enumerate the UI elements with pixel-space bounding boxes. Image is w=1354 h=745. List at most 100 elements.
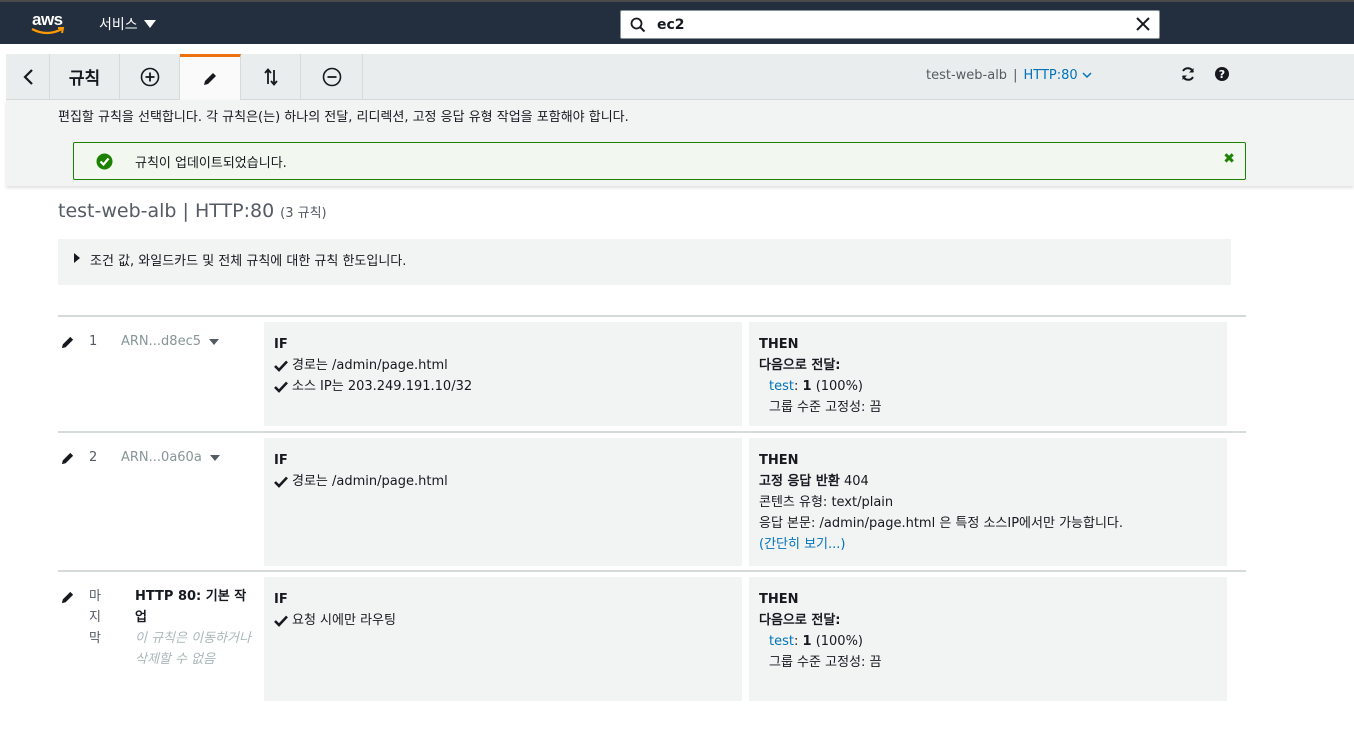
- rules-heading: test-web-alb | HTTP:80 (3 규칙): [58, 200, 327, 222]
- context-separator: |: [1013, 68, 1018, 83]
- fixed-response-line: 고정 응답 반환 404: [759, 471, 1217, 492]
- if-label: IF: [274, 337, 288, 352]
- action-title: 다음으로 전달:: [759, 613, 841, 628]
- caret-right-icon: [74, 253, 80, 263]
- plus-circle-icon: [140, 67, 159, 86]
- priority-char: 막: [89, 631, 101, 646]
- success-flash: 규칙이 업데이트되었습니다. ✖: [73, 142, 1246, 180]
- default-rule-row: 마 지 막 HTTP 80: 기본 작업 이 규칙은 이동하거나 삭제할 수 없…: [58, 570, 1246, 710]
- stickiness-setting: 그룹 수준 고정성: 끔: [769, 655, 882, 670]
- listener-selector[interactable]: HTTP:80: [1023, 68, 1092, 83]
- rule-count: (3 규칙): [280, 206, 327, 221]
- listener-context: test-web-alb | HTTP:80: [926, 68, 1092, 83]
- check-icon: [274, 476, 288, 488]
- aws-logo[interactable]: aws: [30, 10, 66, 38]
- rule-conditions: IF 경로는 /admin/page.html: [264, 438, 742, 566]
- rule-conditions: IF 요청 시에만 라우팅: [264, 577, 742, 701]
- refresh-button[interactable]: [1180, 66, 1196, 86]
- stickiness-setting: 그룹 수준 고정성: 끔: [769, 400, 882, 415]
- svg-text:?: ?: [1219, 68, 1225, 81]
- check-icon: [274, 615, 288, 627]
- rule-limits-label: 조건 값, 와일드카드 및 전체 규칙에 대한 규칙 한도입니다.: [90, 254, 407, 269]
- listener-title: test-web-alb | HTTP:80: [58, 200, 275, 222]
- target-percent: (100%): [815, 379, 863, 394]
- rule-row: 1 ARN...d8ec5 IF 경로는 /admin/page.html 소스…: [58, 315, 1246, 431]
- if-label: IF: [274, 453, 288, 468]
- then-label: THEN: [759, 592, 799, 607]
- rule-limits-expander[interactable]: 조건 값, 와일드카드 및 전체 규칙에 대한 규칙 한도입니다.: [58, 239, 1231, 285]
- caret-down-icon: [209, 338, 219, 345]
- condition-text: 경로는 /admin/page.html: [292, 474, 448, 489]
- condition-item: 경로는 /admin/page.html: [274, 471, 732, 492]
- search-icon: [630, 17, 646, 33]
- services-label: 서비스: [99, 17, 138, 33]
- refresh-icon: [1182, 67, 1194, 81]
- rule-arn: ARN...d8ec5: [121, 334, 201, 349]
- search-box[interactable]: ec2: [620, 10, 1160, 39]
- target-group-link[interactable]: test: [769, 379, 794, 394]
- rules-toolbar: 규칙 test-web-alb | HTTP:80 ?: [6, 54, 1354, 100]
- caret-down-icon: [209, 454, 220, 461]
- help-button[interactable]: ?: [1214, 66, 1230, 86]
- rule-priority: 2: [89, 450, 98, 465]
- response-body: 응답 본문: /admin/page.html 은 특정 소스IP에서만 가능합…: [759, 516, 1124, 531]
- caret-down-icon: [143, 20, 156, 28]
- default-rule-note: 이 규칙은 이동하거나 삭제할 수 없음: [135, 631, 251, 667]
- info-panel: 편집할 규칙을 선택합니다. 각 규칙은(는) 하나의 전달, 리디렉션, 고정…: [6, 100, 1354, 186]
- pencil-icon[interactable]: [60, 451, 75, 466]
- if-label: IF: [274, 592, 288, 607]
- condition-text: 경로는 /admin/page.html: [292, 358, 448, 373]
- condition-text: 소스 IP는 203.249.191.10/32: [292, 379, 473, 394]
- condition-item: 요청 시에만 라우팅: [274, 610, 732, 631]
- forward-target: test: 1 (100%): [759, 376, 1217, 397]
- back-button[interactable]: [6, 54, 50, 99]
- load-balancer-name: test-web-alb: [926, 68, 1008, 83]
- content-type: 콘텐츠 유형: text/plain: [759, 495, 894, 510]
- help-icon: ?: [1215, 67, 1229, 81]
- reorder-arrows-icon: [263, 67, 278, 86]
- rule-arn-dropdown[interactable]: ARN...d8ec5: [121, 334, 219, 349]
- rule-priority: 1: [89, 334, 98, 349]
- delete-rule-button[interactable]: [301, 54, 363, 99]
- reorder-rules-button[interactable]: [241, 54, 301, 99]
- rule-arn-dropdown[interactable]: ARN...0a60a: [121, 450, 220, 465]
- edit-rules-tab[interactable]: [180, 54, 241, 100]
- pencil-icon: [204, 72, 216, 85]
- edit-instructions: 편집할 규칙을 선택합니다. 각 규칙은(는) 하나의 전달, 리디렉션, 고정…: [58, 110, 629, 125]
- condition-item: 경로는 /admin/page.html: [274, 355, 732, 376]
- close-icon[interactable]: [1135, 16, 1151, 32]
- pencil-icon[interactable]: [60, 335, 75, 350]
- search-input[interactable]: ec2: [657, 17, 685, 33]
- minus-circle-icon: [322, 67, 341, 86]
- then-label: THEN: [759, 453, 799, 468]
- forward-target: test: 1 (100%): [759, 631, 1217, 652]
- action-title: 고정 응답 반환: [759, 474, 840, 489]
- rule-arn: ARN...0a60a: [121, 450, 202, 465]
- pencil-icon[interactable]: [60, 590, 75, 605]
- status-code: 404: [843, 474, 869, 489]
- priority-char: 마: [89, 589, 101, 604]
- check-icon: [274, 381, 288, 393]
- success-check-icon: [96, 153, 113, 170]
- target-percent: (100%): [815, 634, 863, 649]
- default-action-title: HTTP 80: 기본 작업: [135, 589, 247, 625]
- target-group-link[interactable]: test: [769, 634, 794, 649]
- rule-actions: THEN 다음으로 전달: test: 1 (100%) 그룹 수준 고정성: …: [749, 322, 1227, 426]
- chevron-down-icon: [1082, 72, 1092, 79]
- target-separator: :: [793, 379, 799, 394]
- add-rule-button[interactable]: [120, 54, 180, 99]
- rule-actions: THEN 다음으로 전달: test: 1 (100%) 그룹 수준 고정성: …: [749, 577, 1227, 701]
- dismiss-flash-icon[interactable]: ✖: [1223, 151, 1235, 167]
- then-label: THEN: [759, 337, 799, 352]
- rule-priority-last: 마 지 막: [89, 586, 103, 649]
- target-weight: 1: [802, 634, 812, 649]
- aws-smile-icon: [31, 27, 65, 35]
- target-weight: 1: [802, 379, 812, 394]
- listener-selector-label: HTTP:80: [1023, 68, 1078, 83]
- services-menu[interactable]: 서비스: [99, 14, 156, 34]
- chevron-left-icon: [22, 68, 33, 85]
- flash-message: 규칙이 업데이트되었습니다.: [135, 156, 287, 171]
- priority-char: 지: [89, 610, 101, 625]
- show-less-link[interactable]: (간단히 보기...): [759, 534, 1217, 555]
- check-icon: [274, 360, 288, 372]
